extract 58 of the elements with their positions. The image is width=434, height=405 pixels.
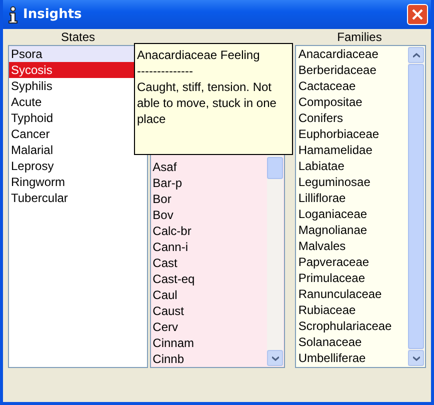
list-item[interactable]: Euphorbiaceae [298, 127, 380, 141]
list-item[interactable]: Cerv [152, 320, 178, 334]
list-item[interactable]: Cast [152, 256, 178, 270]
list-item[interactable]: Loganiaceae [298, 207, 368, 221]
list-item[interactable]: Leguminosae [298, 175, 370, 189]
scroll-up-button[interactable] [408, 47, 424, 63]
scroll-thumb[interactable] [267, 157, 284, 179]
tooltip-text: Caught, stiff, tension. Not able to move, stuck in one place [137, 79, 278, 127]
scroll-down-button[interactable] [267, 350, 284, 366]
list-item[interactable]: Hamamelidae [298, 143, 372, 157]
list-item[interactable]: Tubercular [11, 191, 68, 205]
list-item[interactable]: Cactaceae [298, 79, 356, 93]
list-item[interactable]: Berberidaceae [298, 63, 376, 77]
list-item[interactable]: Psora [11, 47, 42, 61]
list-item[interactable]: Syphilis [11, 79, 52, 93]
list-item[interactable]: Papveraceae [298, 255, 370, 269]
list-item[interactable]: Acute [11, 95, 42, 109]
list-item[interactable]: Cancer [11, 127, 50, 141]
list-item[interactable]: Magnolianae [298, 223, 368, 237]
close-button[interactable] [407, 4, 428, 25]
list-item[interactable]: Typhoid [11, 111, 54, 125]
scroll-down-button[interactable] [408, 350, 424, 366]
list-item[interactable]: Ranunculaceae [298, 287, 382, 301]
list-item[interactable]: Bar-p [152, 176, 182, 190]
window-title: Insights [23, 7, 83, 22]
list-item[interactable]: Bov [152, 208, 174, 222]
caret-up-icon [412, 52, 420, 58]
tooltip-title: Anacardiaceae Feeling [137, 47, 261, 63]
list-item[interactable]: Cann-i [152, 240, 188, 254]
list-item[interactable]: Solanaceae [298, 335, 362, 349]
list-item[interactable]: Cinnam [152, 336, 194, 350]
list-item[interactable]: Lilliflorae [298, 191, 346, 205]
list-item[interactable]: Malvales [298, 239, 346, 253]
list-item[interactable]: Conifers [298, 111, 344, 125]
list-item[interactable]: Primulaceae [298, 271, 366, 285]
list-item[interactable]: Calc-br [152, 224, 192, 238]
list-item[interactable]: Ringworm [11, 175, 66, 189]
caret-down-icon [272, 356, 279, 360]
list-item[interactable]: Cinnb [152, 352, 184, 366]
column-header: Families [336, 29, 383, 45]
list-item[interactable]: Asaf [152, 160, 177, 174]
list-item[interactable]: Compositae [298, 95, 362, 109]
list-item[interactable]: Rubiaceae [298, 303, 356, 317]
list-item[interactable]: Malarial [11, 143, 54, 157]
list-item[interactable]: Labiatae [298, 159, 344, 173]
list-item[interactable]: Anacardiaceae [298, 47, 378, 61]
list-item[interactable]: Bor [152, 192, 172, 206]
info-icon [7, 6, 19, 24]
list-item[interactable]: Cast-eq [152, 272, 195, 286]
tooltip-separator: -------------- [137, 63, 194, 79]
close-icon [412, 9, 423, 20]
list-item[interactable]: Scrophulariaceae [298, 319, 392, 333]
list-item[interactable]: Caust [152, 304, 184, 318]
column-header: States [60, 29, 96, 45]
list-item[interactable]: Caul [152, 288, 178, 302]
list-item[interactable]: Umbelliferae [298, 351, 366, 365]
list-item[interactable]: Leprosy [11, 159, 54, 173]
caret-down-icon [412, 356, 420, 360]
